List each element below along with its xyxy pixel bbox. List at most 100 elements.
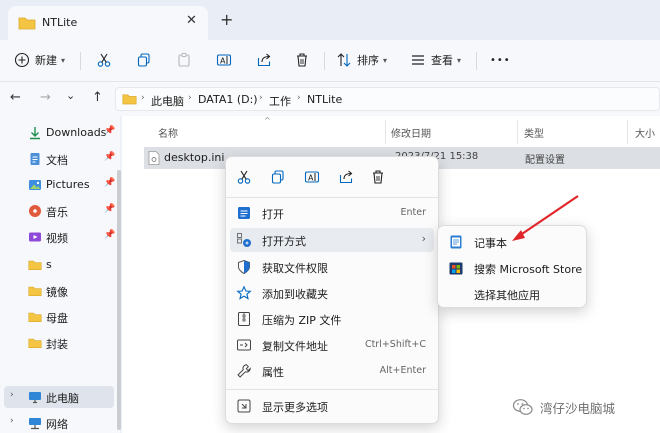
new-button[interactable]: 新建 ▾ — [14, 49, 65, 71]
submenu-item-label: 搜索 Microsoft Store — [474, 263, 583, 276]
submenu-item-notepad[interactable]: 记事本 — [442, 230, 584, 254]
rename-icon[interactable]: A — [304, 169, 320, 185]
share-button[interactable] — [256, 49, 272, 71]
tab-label: NTLite — [42, 16, 78, 29]
svg-text:A: A — [220, 57, 226, 66]
zip-icon — [238, 312, 250, 326]
navigation-pane: Downloads 📌 文档 📌 Pictures 📌 音乐 📌 视频 📌 s … — [0, 116, 120, 433]
sidebar-item-videos[interactable]: 视频 📌 — [0, 226, 116, 248]
video-icon — [29, 232, 41, 242]
breadcrumb-work[interactable]: 工作 — [269, 93, 291, 109]
column-divider[interactable] — [517, 120, 518, 144]
trash-icon[interactable] — [370, 169, 386, 185]
copy-button[interactable] — [136, 49, 152, 71]
menu-item-take-ownership[interactable]: 获取文件权限 — [230, 255, 434, 279]
menu-item-open-with[interactable]: 打开方式 › — [230, 228, 434, 252]
download-icon — [30, 127, 40, 140]
forward-button[interactable]: → — [40, 90, 51, 105]
column-header-size[interactable]: 大小 — [635, 125, 655, 140]
folder-icon — [28, 312, 42, 322]
new-button-label: 新建 — [35, 54, 57, 67]
sidebar-item-images[interactable]: 镜像 — [0, 280, 116, 302]
column-header-type[interactable]: 类型 — [524, 125, 544, 140]
open-with-icon — [237, 233, 251, 247]
menu-item-properties[interactable]: 属性 Alt+Enter — [230, 359, 434, 383]
cut-button[interactable] — [96, 49, 112, 71]
menu-item-label: 显示更多选项 — [262, 401, 328, 414]
expand-chevron-icon[interactable]: › — [10, 390, 14, 400]
open-with-submenu: 记事本 搜索 Microsoft Store 选择其他应用 — [437, 225, 587, 308]
sidebar-item-label: 文档 — [46, 154, 68, 167]
sidebar-item-master-disk[interactable]: 母盘 — [0, 306, 116, 328]
menu-item-copy-path[interactable]: 复制文件地址 Ctrl+Shift+C — [230, 333, 434, 357]
recent-locations-button[interactable]: ⌄ — [66, 89, 75, 102]
copy-icon — [137, 53, 150, 67]
tab-ntlite[interactable]: NTLite ✕ — [8, 6, 208, 40]
menu-item-label: 复制文件地址 — [262, 340, 328, 353]
sidebar-item-network[interactable]: › 网络 — [0, 412, 116, 433]
sidebar-item-s[interactable]: s — [0, 254, 116, 276]
menu-item-label: 打开方式 — [262, 235, 306, 248]
menu-item-add-to-favorites[interactable]: 添加到收藏夹 — [230, 281, 434, 305]
sidebar-item-label: 封装 — [46, 338, 68, 351]
folder-icon — [28, 338, 42, 348]
back-button[interactable]: ← — [10, 90, 21, 105]
view-button[interactable]: 查看 ▾ — [410, 49, 461, 71]
sidebar-item-label: 视频 — [46, 232, 68, 245]
sidebar-scrollbar[interactable] — [117, 170, 121, 430]
sidebar-item-this-pc[interactable]: › 此电脑 — [4, 386, 114, 408]
share-icon[interactable] — [338, 169, 354, 185]
breadcrumb-data1[interactable]: DATA1 (D:) — [198, 93, 258, 106]
column-divider[interactable] — [627, 120, 628, 144]
more-options-button[interactable]: ••• — [490, 49, 511, 71]
submenu-item-choose-app[interactable]: 选择其他应用 — [442, 282, 584, 306]
sidebar-item-documents[interactable]: 文档 📌 — [0, 148, 116, 170]
sidebar-item-package[interactable]: 封装 — [0, 332, 116, 354]
view-list-icon — [412, 55, 424, 65]
menu-item-label: 添加到收藏夹 — [262, 288, 328, 301]
sidebar-item-downloads[interactable]: Downloads 📌 — [0, 122, 116, 144]
menu-item-label: 属性 — [262, 366, 284, 379]
delete-button[interactable] — [294, 49, 310, 71]
expand-chevron-icon[interactable]: › — [10, 416, 14, 426]
new-tab-button[interactable]: + — [220, 10, 233, 29]
sidebar-item-pictures[interactable]: Pictures 📌 — [0, 174, 116, 196]
menu-item-show-more-options[interactable]: 显示更多选项 — [230, 394, 434, 418]
rename-button[interactable]: A — [216, 49, 232, 71]
column-header-date[interactable]: 修改日期 — [391, 125, 431, 140]
toolbar-divider — [324, 52, 325, 70]
breadcrumb-separator: › — [141, 93, 145, 103]
copy-icon[interactable] — [270, 169, 286, 185]
breadcrumb-this-pc[interactable]: 此电脑 — [151, 93, 184, 109]
sidebar-item-music[interactable]: 音乐 📌 — [0, 200, 116, 222]
sort-button[interactable]: 排序 ▾ — [336, 49, 387, 71]
column-header-name[interactable]: 名称 — [158, 125, 178, 140]
paste-button[interactable] — [176, 49, 192, 71]
submenu-item-search-store[interactable]: 搜索 Microsoft Store — [442, 256, 584, 280]
menu-item-compress-zip[interactable]: 压缩为 ZIP 文件 — [230, 307, 434, 331]
more-options-icon — [237, 399, 251, 413]
share-icon — [257, 53, 271, 67]
column-divider[interactable] — [385, 120, 386, 144]
tab-close-button[interactable]: ✕ — [186, 13, 197, 28]
menu-item-label: 获取文件权限 — [262, 262, 328, 275]
more-icon: ••• — [490, 54, 511, 66]
cut-icon[interactable] — [236, 169, 252, 185]
plus-circle-icon — [14, 52, 30, 68]
menu-item-shortcut: Ctrl+Shift+C — [364, 339, 426, 350]
copy-path-icon — [237, 339, 251, 351]
up-button[interactable]: ↑ — [92, 90, 103, 105]
address-bar[interactable]: › 此电脑 › DATA1 (D:) › 工作 › NTLite — [115, 87, 660, 111]
star-icon — [236, 285, 252, 300]
rename-icon: A — [216, 54, 232, 66]
chevron-down-icon: ▾ — [457, 55, 462, 65]
submenu-arrow-icon: › — [421, 232, 426, 245]
pin-icon: 📌 — [104, 152, 116, 162]
breadcrumb-ntlite[interactable]: NTLite — [307, 93, 342, 106]
watermark-text: 湾仔沙电脑城 — [540, 400, 616, 416]
folder-icon — [18, 17, 36, 30]
pin-icon: 📌 — [104, 178, 116, 188]
menu-item-open[interactable]: 打开 Enter — [230, 201, 434, 225]
sort-icon — [337, 53, 351, 67]
watermark: 湾仔沙电脑城 — [512, 396, 615, 418]
